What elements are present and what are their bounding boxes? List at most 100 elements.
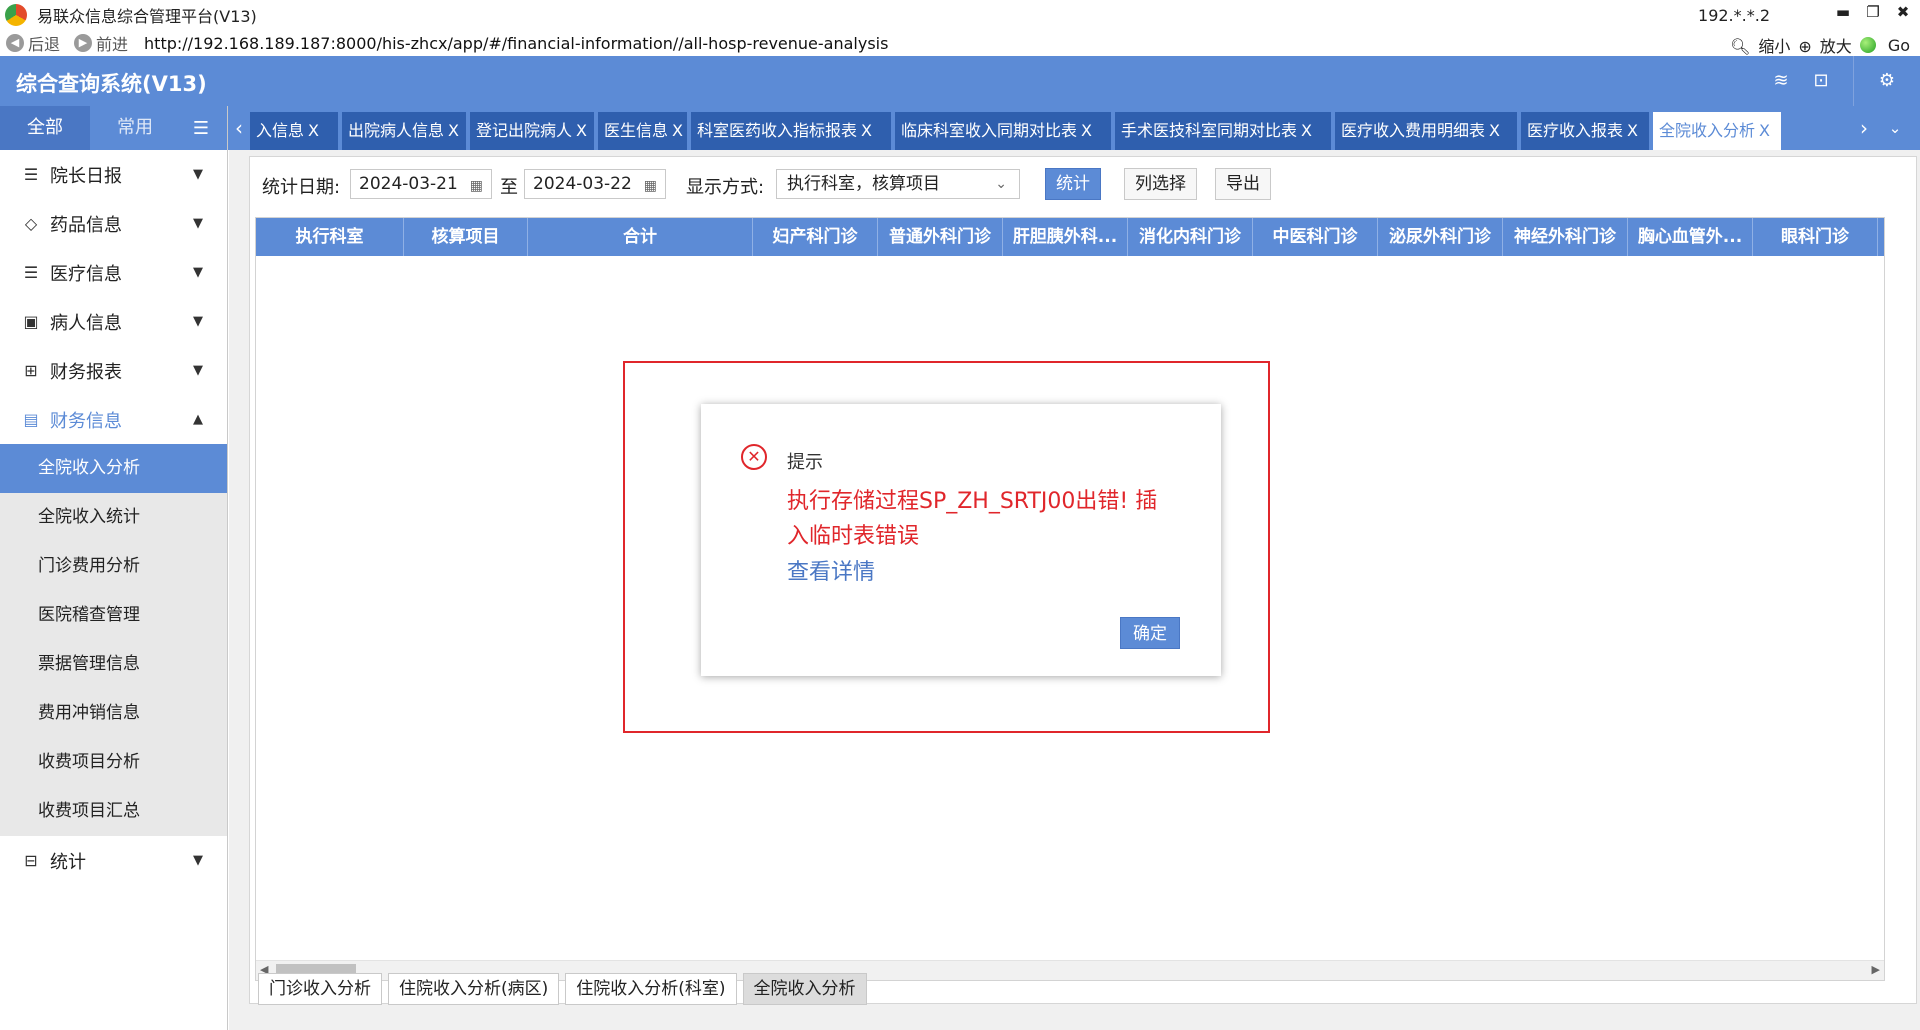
ip-label: 192.*.*.2	[1698, 6, 1770, 25]
sidebar-item-medical-info[interactable]: ☰ 医疗信息 ▼	[0, 248, 227, 297]
bottom-tab-inpatient-ward[interactable]: 住院收入分析(病区)	[388, 973, 560, 1005]
display-mode-select[interactable]: 执行科室，核算项目 ⌄	[776, 169, 1020, 199]
tab-close-icon[interactable]: X	[1301, 121, 1312, 140]
column-header[interactable]: 合计	[528, 218, 753, 256]
calendar-icon[interactable]: ▦	[644, 172, 657, 200]
sidebar-subitem-fee-writeoff[interactable]: 费用冲销信息	[0, 689, 227, 738]
column-header[interactable]: 肝胆胰外科...	[1003, 218, 1128, 256]
tab-register-discharge[interactable]: 登记出院病人 X	[470, 112, 594, 150]
tab-clinical-dept-comparison[interactable]: 临床科室收入同期对比表 X	[895, 112, 1111, 150]
export-button[interactable]: 导出	[1215, 168, 1271, 200]
fingerprint-icon[interactable]: ≋	[1766, 66, 1796, 96]
sidebar-subitem-hospital-audit[interactable]: 医院稽查管理	[0, 591, 227, 640]
column-header[interactable]: 消化内科门诊	[1128, 218, 1253, 256]
url-field[interactable]: http://192.168.189.187:8000/his-zhcx/app…	[144, 34, 888, 53]
column-header[interactable]: 神经外科门诊	[1503, 218, 1628, 256]
error-circle-x-icon: ✕	[741, 444, 767, 470]
tab-close-icon[interactable]: X	[672, 121, 683, 140]
sidebar-item-label: 财务报表	[50, 361, 122, 383]
dialog-ok-button[interactable]: 确定	[1120, 617, 1180, 649]
sidebar-tab-all[interactable]: 全部	[0, 106, 90, 150]
back-button[interactable]: ◀ 后退	[6, 31, 60, 55]
date-to-input[interactable]: 2024-03-22 ▦	[524, 169, 666, 199]
date-from-input[interactable]: 2024-03-21 ▦	[350, 169, 492, 199]
settings-gear-icon[interactable]: ⚙	[1872, 66, 1902, 96]
chevron-down-icon: ▼	[193, 216, 203, 231]
tab-discharged-patient-info[interactable]: 出院病人信息 X	[342, 112, 466, 150]
tab-close-icon[interactable]: X	[861, 121, 872, 140]
tab-patient-info[interactable]: 入信息 X	[250, 112, 338, 150]
close-icon[interactable]: ✖	[1890, 3, 1916, 21]
sidebar-item-finance-report[interactable]: ⊞ 财务报表 ▼	[0, 346, 227, 395]
list-icon: ☰	[23, 263, 39, 282]
tab-dept-drug-revenue-report[interactable]: 科室医药收入指标报表 X	[691, 112, 891, 150]
lock-icon[interactable]: ⊡	[1806, 66, 1836, 96]
tab-label: 登记出院病人	[476, 121, 573, 140]
sidebar-item-drug-info[interactable]: ◇ 药品信息 ▼	[0, 199, 227, 248]
zoom-in-button[interactable]: ⊕ 放大	[1798, 33, 1851, 57]
view-details-link[interactable]: 查看详情	[787, 554, 875, 586]
tab-close-icon[interactable]: X	[308, 121, 319, 140]
column-header[interactable]: 妇产科门诊	[753, 218, 878, 256]
date-from-value: 2024-03-21	[359, 174, 458, 194]
bottom-tabs: 门诊收入分析 住院收入分析(病区) 住院收入分析(科室) 全院收入分析	[258, 973, 873, 1005]
tab-label: 科室医药收入指标报表	[697, 121, 858, 140]
sidebar-subitem-charge-item-analysis[interactable]: 收费项目分析	[0, 738, 227, 787]
stat-button[interactable]: 统计	[1045, 168, 1101, 200]
tab-close-icon[interactable]: X	[1759, 121, 1770, 140]
tab-close-icon[interactable]: X	[1627, 121, 1638, 140]
go-button[interactable]: Go	[1888, 36, 1910, 55]
sidebar-item-patient-info[interactable]: ▣ 病人信息 ▼	[0, 297, 227, 346]
zoom-controls: 🔍︎ 缩小 ⊕ 放大 Go	[1722, 33, 1910, 57]
tab-scroll-left-icon[interactable]: ‹	[228, 106, 250, 150]
sidebar-item-finance-info[interactable]: ▤ 财务信息 ▲	[0, 395, 227, 444]
sidebar-item-director-daily[interactable]: ☰ 院长日报 ▼	[0, 150, 227, 199]
tab-medical-revenue-report[interactable]: 医疗收入报表 X	[1521, 112, 1649, 150]
go-icon[interactable]	[1859, 37, 1876, 53]
tab-surgical-dept-comparison[interactable]: 手术医技科室同期对比表 X	[1115, 112, 1331, 150]
zoom-out-label: 缩小	[1758, 37, 1791, 56]
column-select-button[interactable]: 列选择	[1124, 168, 1197, 200]
column-header[interactable]: 中医科门诊	[1253, 218, 1378, 256]
column-header[interactable]: 胸心血管外...	[1628, 218, 1753, 256]
sidebar-subitem-all-hosp-revenue-stats[interactable]: 全院收入统计	[0, 493, 227, 542]
zoom-out-button[interactable]: 🔍︎ 缩小	[1730, 33, 1790, 57]
tab-close-icon[interactable]: X	[1081, 121, 1092, 140]
column-header[interactable]: 眼科门诊	[1753, 218, 1878, 256]
display-mode-value: 执行科室，核算项目	[787, 174, 940, 194]
tab-label: 医生信息	[604, 121, 669, 140]
column-header[interactable]: 普通外科门诊	[878, 218, 1003, 256]
sidebar-item-label: 院长日报	[50, 165, 122, 187]
restore-icon[interactable]: ❐	[1860, 3, 1886, 21]
tab-close-icon[interactable]: X	[576, 121, 587, 140]
scroll-right-arrow-icon[interactable]: ▶	[1872, 963, 1880, 976]
date-label: 统计日期:	[262, 177, 341, 198]
zoom-in-label: 放大	[1819, 37, 1852, 56]
sidebar-subitem-outpatient-cost-analysis[interactable]: 门诊费用分析	[0, 542, 227, 591]
column-header[interactable]: 核算项目	[404, 218, 528, 256]
sidebar-item-statistics[interactable]: ⊟ 统计 ▼	[0, 836, 227, 885]
tab-close-icon[interactable]: X	[1489, 121, 1500, 140]
tab-medical-revenue-detail[interactable]: 医疗收入费用明细表 X	[1335, 112, 1517, 150]
grid-header: 执行科室 核算项目 合计 妇产科门诊 普通外科门诊 肝胆胰外科... 消化内科门…	[256, 218, 1884, 256]
sidebar-item-label: 医疗信息	[50, 263, 122, 285]
calendar-icon[interactable]: ▦	[470, 172, 483, 200]
bottom-tab-all-hosp-revenue[interactable]: 全院收入分析	[742, 973, 867, 1005]
sidebar-subitem-receipt-management[interactable]: 票据管理信息	[0, 640, 227, 689]
minimize-icon[interactable]: ▬	[1830, 3, 1856, 21]
tab-doctor-info[interactable]: 医生信息 X	[598, 112, 687, 150]
bottom-tab-inpatient-dept[interactable]: 住院收入分析(科室)	[565, 973, 737, 1005]
tab-close-icon[interactable]: X	[448, 121, 459, 140]
collapse-menu-icon[interactable]: ☰	[193, 118, 209, 139]
tab-all-hosp-revenue-analysis[interactable]: 全院收入分析 X	[1653, 112, 1781, 150]
window-title: 易联众信息综合管理平台(V13)	[37, 7, 257, 26]
column-header[interactable]: 执行科室	[256, 218, 404, 256]
forward-button[interactable]: ▶ 前进	[74, 31, 128, 55]
tab-dropdown-icon[interactable]: ⌄	[1884, 106, 1906, 150]
sidebar-subitem-charge-item-summary[interactable]: 收费项目汇总	[0, 787, 227, 836]
sidebar-tab-common[interactable]: 常用	[90, 106, 180, 150]
bottom-tab-outpatient-revenue[interactable]: 门诊收入分析	[258, 973, 382, 1005]
sidebar-subitem-all-hosp-revenue-analysis[interactable]: 全院收入分析	[0, 444, 227, 493]
tab-scroll-right-icon[interactable]: ›	[1853, 106, 1875, 150]
column-header[interactable]: 泌尿外科门诊	[1378, 218, 1503, 256]
